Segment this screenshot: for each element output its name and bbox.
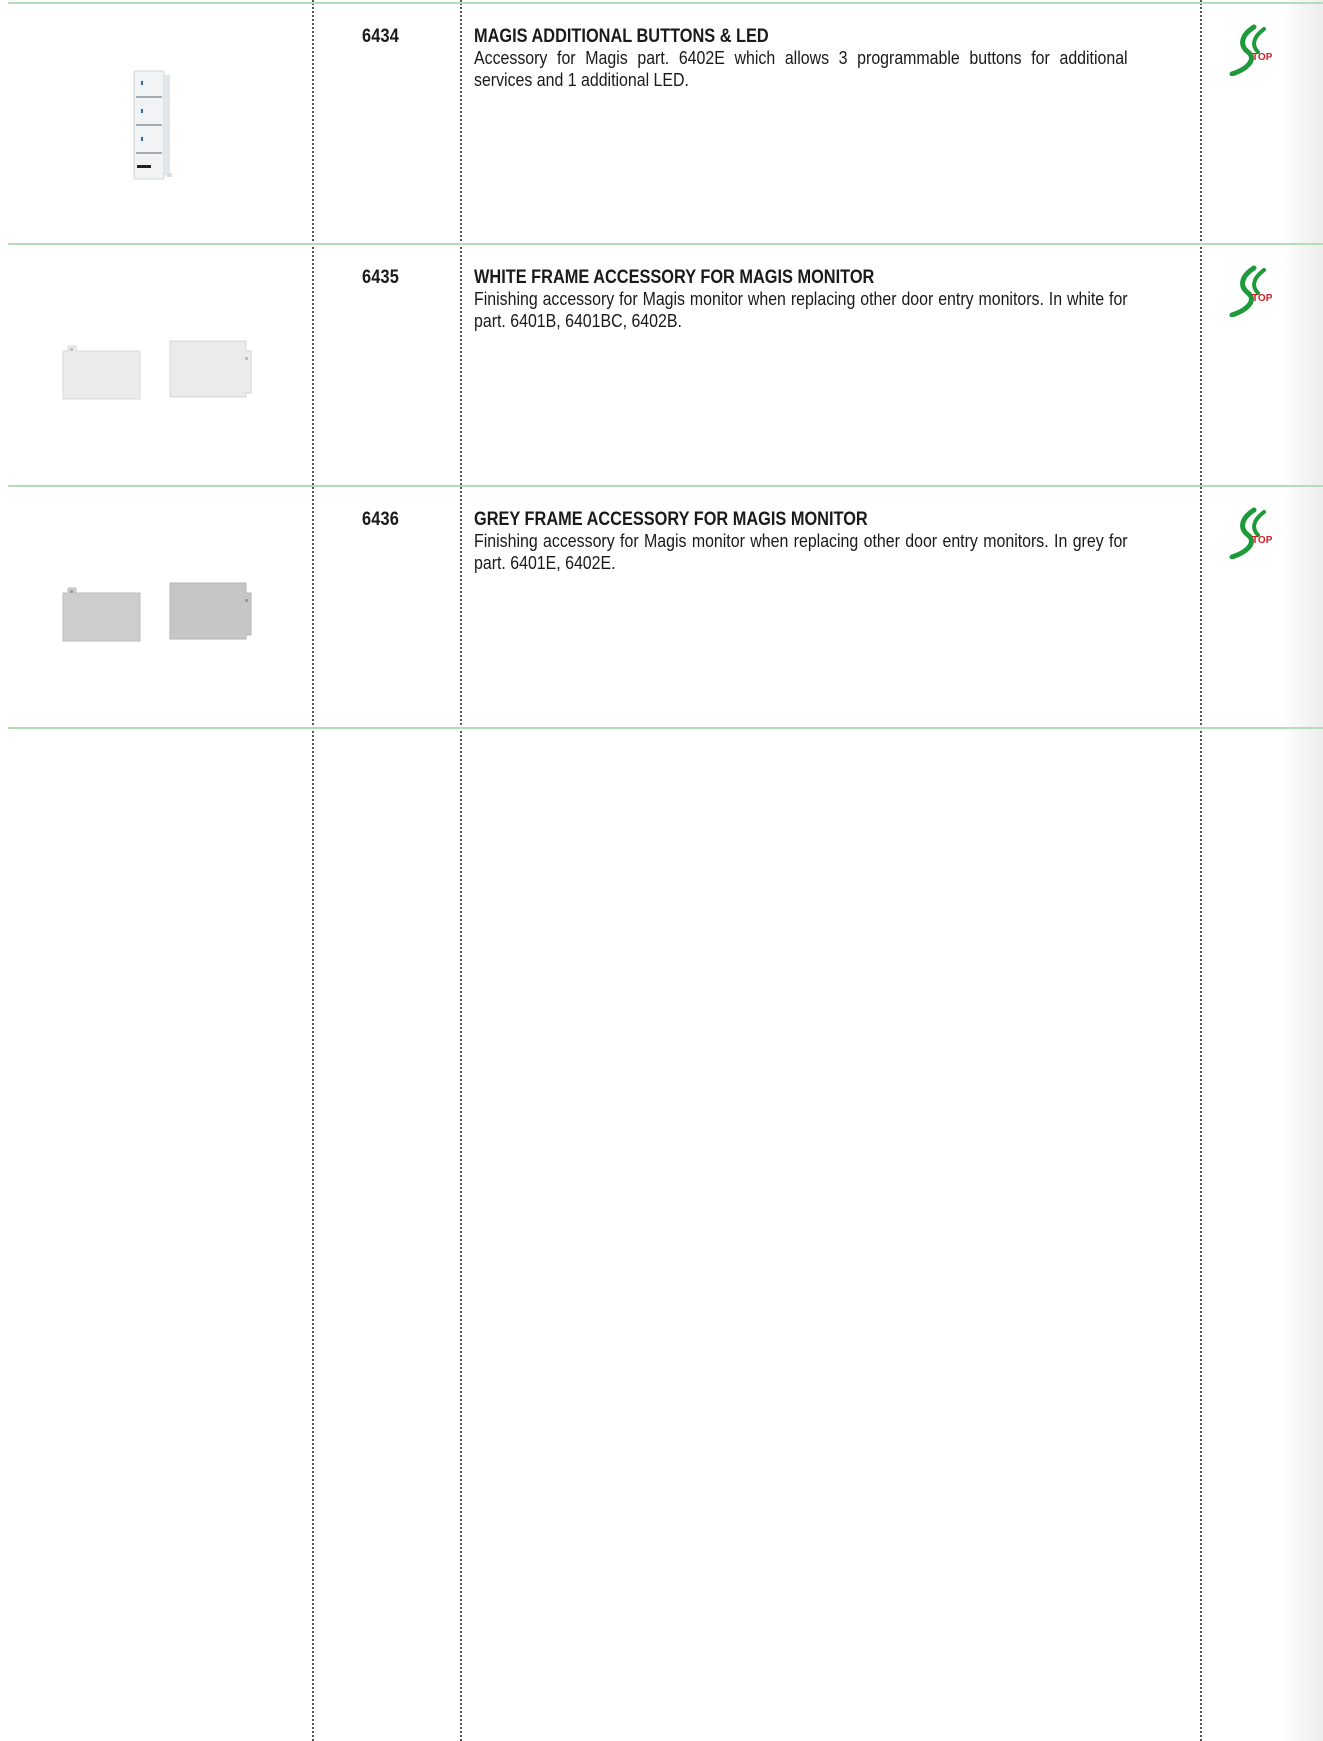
top-logo-icon: TOP bbox=[1229, 24, 1273, 76]
product-code: 6435 bbox=[362, 267, 400, 288]
product-title: GREY FRAME ACCESSORY FOR MAGIS MONITOR bbox=[474, 509, 868, 530]
product-row: 6434 MAGIS ADDITIONAL BUTTONS & LED Acce… bbox=[0, 4, 1323, 244]
grey-frame-image bbox=[62, 582, 252, 642]
product-description-block: GREY FRAME ACCESSORY FOR MAGIS MONITOR F… bbox=[474, 509, 1128, 574]
svg-text:TOP: TOP bbox=[1252, 52, 1273, 63]
product-description-block: WHITE FRAME ACCESSORY FOR MAGIS MONITOR … bbox=[474, 267, 1128, 332]
svg-text:TOP: TOP bbox=[1252, 535, 1273, 546]
top-logo-icon: TOP bbox=[1229, 265, 1273, 317]
product-description: Accessory for Magis part. 6402E which al… bbox=[474, 47, 1128, 90]
product-description: Finishing accessory for Magis monitor wh… bbox=[474, 530, 1128, 573]
product-description-block: MAGIS ADDITIONAL BUTTONS & LED Accessory… bbox=[474, 26, 1128, 91]
catalog-page: 6434 MAGIS ADDITIONAL BUTTONS & LED Acce… bbox=[0, 0, 1323, 1741]
product-code: 6436 bbox=[362, 509, 400, 530]
svg-text:TOP: TOP bbox=[1252, 293, 1273, 304]
top-logo-icon: TOP bbox=[1229, 507, 1273, 559]
product-code: 6434 bbox=[362, 26, 400, 47]
product-title: WHITE FRAME ACCESSORY FOR MAGIS MONITOR bbox=[474, 267, 875, 288]
product-description: Finishing accessory for Magis monitor wh… bbox=[474, 288, 1128, 331]
keypad-module-image bbox=[133, 70, 172, 180]
product-row: 6436 GREY FRAME ACCESSORY FOR MAGIS MONI… bbox=[0, 487, 1323, 727]
product-title: MAGIS ADDITIONAL BUTTONS & LED bbox=[474, 26, 769, 47]
product-row: 6435 WHITE FRAME ACCESSORY FOR MAGIS MON… bbox=[0, 245, 1323, 485]
row-divider bbox=[8, 727, 1323, 729]
white-frame-image bbox=[62, 340, 252, 400]
